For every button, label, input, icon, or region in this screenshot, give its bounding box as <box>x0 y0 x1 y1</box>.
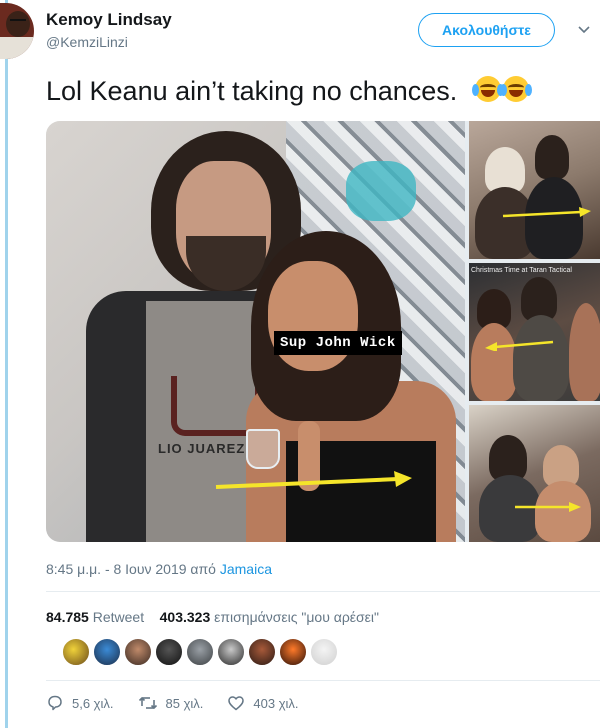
photo-caption-sticker: Sup John Wick <box>274 331 402 355</box>
avatar[interactable] <box>248 638 276 666</box>
like-action[interactable]: 403 χιλ. <box>227 694 299 712</box>
shirt-print-text: LIO JUAREZ <box>158 441 246 456</box>
side-photo[interactable] <box>469 121 600 259</box>
author-handle[interactable]: @KemziLinzi <box>46 34 128 50</box>
retweet-action[interactable]: 85 χιλ. <box>138 694 204 712</box>
side-photo[interactable] <box>469 405 600 542</box>
like-label[interactable]: επισημάνσεις "μου αρέσει" <box>214 609 379 625</box>
avatar[interactable] <box>124 638 152 666</box>
heart-icon[interactable] <box>227 694 245 712</box>
likers-avatars <box>62 638 341 666</box>
tweet-text: Lol Keanu ain’t taking no chances. <box>46 76 532 107</box>
follow-button[interactable]: Ακολουθήστε <box>418 13 555 47</box>
retweet-action-count: 85 χιλ. <box>165 695 204 711</box>
tweet-actions: 5,6 χιλ. 85 χιλ. 403 χιλ. <box>46 694 323 712</box>
avatar[interactable] <box>93 638 121 666</box>
avatar[interactable] <box>217 638 245 666</box>
main-photo[interactable]: LIO JUAREZ Sup John Wick <box>46 121 465 542</box>
divider <box>46 591 600 592</box>
retweet-count[interactable]: 84.785 <box>46 609 89 625</box>
avatar[interactable] <box>62 638 90 666</box>
chevron-down-icon[interactable] <box>578 24 590 36</box>
engagement-stats: 84.785 Retweet 403.323 επισημάνσεις "μου… <box>46 609 379 625</box>
thread-line <box>5 0 8 728</box>
arrow-annotation-icon <box>485 340 554 351</box>
author-name[interactable]: Kemoy Lindsay <box>46 10 172 30</box>
avatar[interactable] <box>310 638 338 666</box>
avatar[interactable] <box>155 638 183 666</box>
retweet-icon[interactable] <box>138 694 158 712</box>
avatar[interactable] <box>186 638 214 666</box>
arrow-annotation-icon <box>515 502 581 512</box>
media-grid[interactable]: LIO JUAREZ Sup John Wick Christmas Time … <box>46 121 600 542</box>
like-count[interactable]: 403.323 <box>160 609 211 625</box>
tweet-text-content: Lol Keanu ain’t taking no chances. <box>46 76 458 106</box>
divider <box>46 680 600 681</box>
tears-of-joy-emoji-icon <box>471 76 504 102</box>
reply-count: 5,6 χιλ. <box>72 695 114 711</box>
reply-action[interactable]: 5,6 χιλ. <box>46 694 114 712</box>
tears-of-joy-emoji-icon <box>499 76 532 102</box>
side-photo-caption: Christmas Time at Taran Tactical <box>471 267 572 274</box>
avatar[interactable] <box>0 3 34 59</box>
arrow-annotation-icon <box>215 471 412 489</box>
tweet-timestamp: 8:45 μ.μ. - 8 Ιουν 2019 από Jamaica <box>46 561 272 577</box>
avatar[interactable] <box>279 638 307 666</box>
like-action-count: 403 χιλ. <box>253 695 299 711</box>
location-link[interactable]: Jamaica <box>220 561 272 577</box>
timestamp-text: 8:45 μ.μ. - 8 Ιουν 2019 από <box>46 561 220 577</box>
reply-icon[interactable] <box>46 694 64 712</box>
retweet-label[interactable]: Retweet <box>93 609 144 625</box>
arrow-annotation-icon <box>502 207 591 218</box>
side-photo[interactable]: Christmas Time at Taran Tactical <box>469 263 600 401</box>
